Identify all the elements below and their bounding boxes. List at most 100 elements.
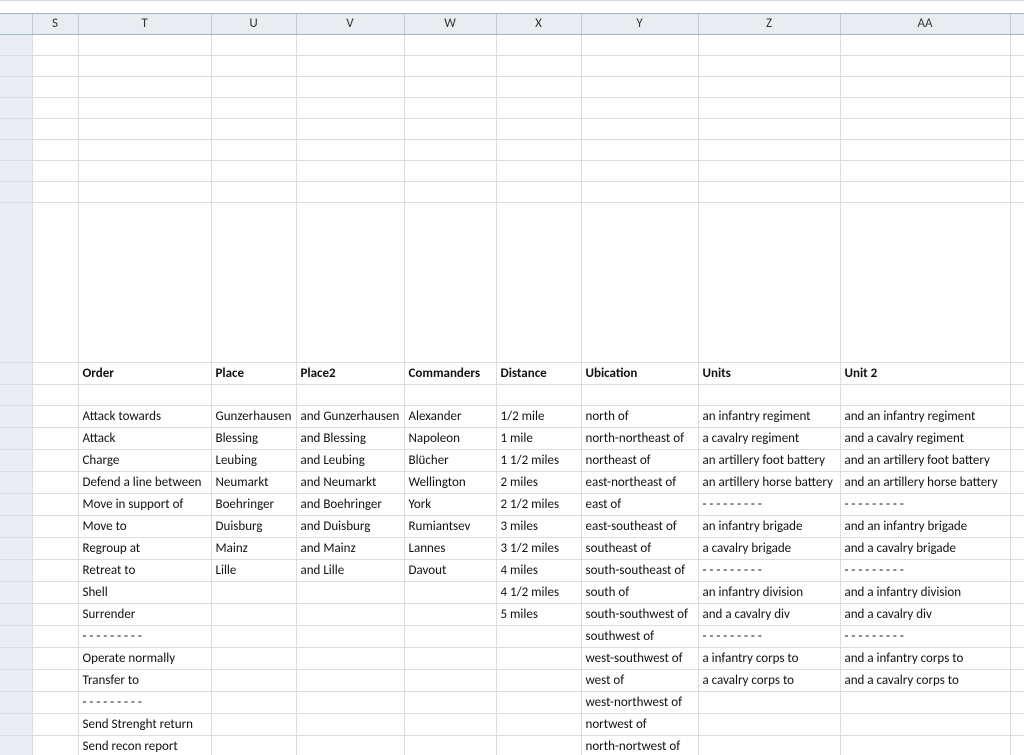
cell[interactable]: a cavalry brigade [698, 538, 840, 560]
cell[interactable] [296, 119, 404, 140]
cell[interactable] [496, 670, 581, 692]
cell[interactable] [404, 714, 496, 736]
cell[interactable] [1010, 385, 1024, 406]
table-row[interactable]: AttackBlessingand BlessingNapoleon1 mile… [0, 428, 1024, 450]
cell[interactable] [1010, 560, 1024, 582]
cell[interactable]: Surrender [78, 604, 211, 626]
cell[interactable]: and a infantry corps to [840, 648, 1010, 670]
cell[interactable] [404, 692, 496, 714]
cell[interactable]: southeast of [581, 538, 698, 560]
cell[interactable]: nortwest of [581, 714, 698, 736]
cell[interactable]: south-southeast of [581, 560, 698, 582]
col-header-AA[interactable]: AA [840, 14, 1010, 35]
cell[interactable] [296, 385, 404, 406]
cell[interactable]: Mainz [211, 538, 296, 560]
cell[interactable]: Gunzerhausen [211, 406, 296, 428]
cell[interactable]: and an infantry brigade [840, 516, 1010, 538]
cell[interactable] [211, 119, 296, 140]
cell[interactable]: - - - - - - - - - [698, 560, 840, 582]
cell[interactable]: an infantry brigade [698, 516, 840, 538]
cell[interactable] [32, 714, 78, 736]
row-header[interactable] [0, 692, 32, 714]
table-row[interactable]: Move toDuisburgand DuisburgRumiantsev3 m… [0, 516, 1024, 538]
cell[interactable] [78, 182, 211, 203]
cell[interactable]: and a cavalry corps to [840, 670, 1010, 692]
row-header[interactable] [0, 385, 32, 406]
cell[interactable]: Move in support of [78, 494, 211, 516]
cell[interactable] [1010, 494, 1024, 516]
row-header[interactable] [0, 604, 32, 626]
cell[interactable] [211, 604, 296, 626]
cell[interactable]: - - - - - - - - - [840, 560, 1010, 582]
cell-header-order[interactable]: Order [78, 363, 211, 385]
cell[interactable] [296, 182, 404, 203]
cell[interactable]: west of [581, 670, 698, 692]
cell[interactable]: 1 1/2 miles [496, 450, 581, 472]
cell[interactable]: Move to [78, 516, 211, 538]
cell[interactable] [840, 140, 1010, 161]
cell[interactable] [32, 140, 78, 161]
cell[interactable] [496, 119, 581, 140]
cell[interactable]: and Blessing [296, 428, 404, 450]
cell[interactable]: south-southwest of [581, 604, 698, 626]
cell[interactable] [78, 203, 211, 363]
cell[interactable]: an artillery foot battery [698, 450, 840, 472]
cell[interactable] [1010, 203, 1024, 363]
cell[interactable] [78, 385, 211, 406]
cell[interactable]: and an infantry regiment [840, 406, 1010, 428]
cell[interactable]: 4 miles [496, 560, 581, 582]
cell[interactable] [698, 35, 840, 56]
table-row[interactable] [0, 119, 1024, 140]
cell[interactable] [32, 604, 78, 626]
cell[interactable]: north-northeast of [581, 428, 698, 450]
row-header[interactable] [0, 98, 32, 119]
cell[interactable] [1010, 182, 1024, 203]
cell[interactable] [581, 56, 698, 77]
cell[interactable]: Duisburg [211, 516, 296, 538]
cell[interactable]: an infantry regiment [698, 406, 840, 428]
cell[interactable]: and a infantry division [840, 582, 1010, 604]
cell[interactable] [296, 670, 404, 692]
cell[interactable]: and Boehringer [296, 494, 404, 516]
cell[interactable]: and an artillery foot battery [840, 450, 1010, 472]
cell[interactable]: York [404, 494, 496, 516]
cell[interactable] [32, 516, 78, 538]
cell[interactable] [840, 736, 1010, 755]
cell[interactable] [32, 56, 78, 77]
cell[interactable] [581, 119, 698, 140]
cell[interactable] [840, 714, 1010, 736]
cell[interactable]: an infantry division [698, 582, 840, 604]
row-header[interactable] [0, 77, 32, 98]
cell[interactable] [32, 203, 78, 363]
cell[interactable]: and Lille [296, 560, 404, 582]
cell[interactable] [1010, 582, 1024, 604]
table-row[interactable]: Attack towardsGunzerhausenand Gunzerhaus… [0, 406, 1024, 428]
cell[interactable] [296, 604, 404, 626]
cell[interactable] [32, 161, 78, 182]
cell[interactable] [296, 56, 404, 77]
row-header[interactable] [0, 161, 32, 182]
cell[interactable]: - - - - - - - - - [78, 626, 211, 648]
cell[interactable]: 2 1/2 miles [496, 494, 581, 516]
cell[interactable] [1010, 692, 1024, 714]
cell[interactable]: 5 miles [496, 604, 581, 626]
table-row[interactable]: Surrender5 milessouth-southwest ofand a … [0, 604, 1024, 626]
cell[interactable]: Send recon report [78, 736, 211, 755]
cell-header-ubication[interactable]: Ubication [581, 363, 698, 385]
cell[interactable]: Rumiantsev [404, 516, 496, 538]
cell[interactable]: east-southeast of [581, 516, 698, 538]
cell[interactable] [211, 203, 296, 363]
cell[interactable] [698, 77, 840, 98]
table-row[interactable] [0, 140, 1024, 161]
cell[interactable] [581, 35, 698, 56]
cell[interactable]: and Gunzerhausen [296, 406, 404, 428]
cell[interactable]: Blessing [211, 428, 296, 450]
cell[interactable] [840, 119, 1010, 140]
cell[interactable]: Retreat to [78, 560, 211, 582]
select-all-corner[interactable] [0, 14, 32, 35]
row-header[interactable] [0, 736, 32, 755]
row-header[interactable] [0, 626, 32, 648]
cell[interactable] [32, 472, 78, 494]
cell[interactable] [1010, 714, 1024, 736]
row-header[interactable] [0, 406, 32, 428]
